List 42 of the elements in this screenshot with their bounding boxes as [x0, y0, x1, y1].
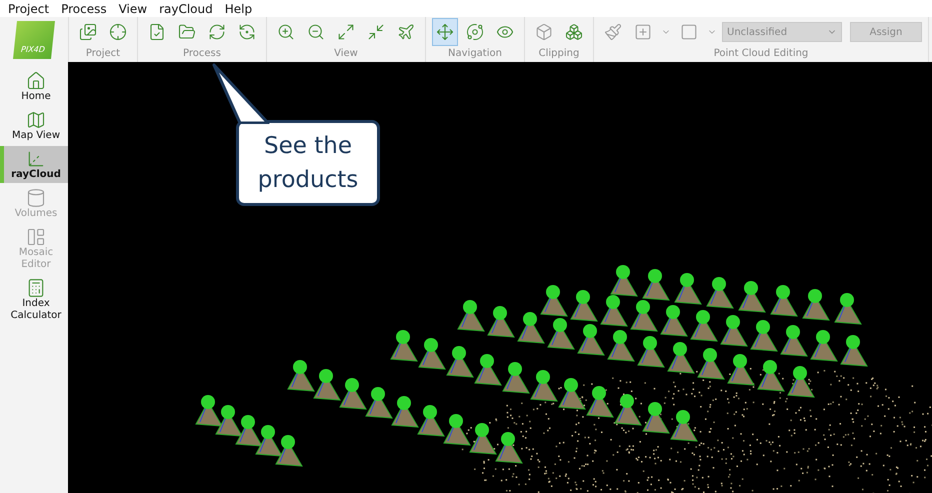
toolbar-button[interactable]	[432, 18, 458, 46]
logo: PIX4D	[13, 20, 55, 58]
sidebar-item[interactable]: Home	[0, 68, 68, 105]
sidebar-item[interactable]: Map View	[0, 107, 68, 144]
group-label: View	[334, 47, 358, 61]
cylinder-icon	[26, 188, 46, 208]
expand-icon	[337, 23, 355, 41]
calculator-icon	[26, 278, 46, 298]
menu-item[interactable]: View	[114, 2, 156, 16]
photos-icon	[79, 23, 97, 41]
sidebar-item[interactable]: rayCloud	[0, 146, 68, 183]
axes-icon	[26, 149, 46, 169]
cycle-icon	[238, 23, 256, 41]
zoom-out-icon	[307, 23, 325, 41]
cube-icon	[535, 23, 553, 41]
cubes-icon	[565, 23, 583, 41]
callout-text: See the products	[256, 132, 360, 195]
shrink-icon	[367, 23, 385, 41]
group-label: Project	[86, 47, 120, 61]
sidebar-item[interactable]: Index Calculator	[0, 275, 68, 324]
group-label: Clipping	[538, 47, 580, 61]
folder-icon	[178, 23, 196, 41]
menu-item[interactable]: Process	[57, 2, 115, 16]
move-icon	[436, 23, 454, 41]
menu-item[interactable]: rayCloud	[155, 2, 221, 16]
plane-icon	[397, 23, 415, 41]
menu-item[interactable]: Project	[4, 2, 58, 16]
brush-icon	[604, 23, 622, 41]
map-icon	[26, 110, 46, 130]
group-label: Point Cloud Editing	[714, 47, 808, 61]
group-label: Process	[183, 47, 221, 61]
home-icon	[26, 71, 46, 91]
group-label: Navigation	[448, 47, 502, 61]
crosshair-icon	[109, 23, 127, 41]
menu-item[interactable]: Help	[220, 2, 260, 16]
file-check-icon	[148, 23, 166, 41]
cycle-icon	[208, 23, 226, 41]
zoom-in-icon	[277, 23, 295, 41]
mosaic-icon	[26, 227, 46, 247]
square-plus-icon	[634, 23, 652, 41]
square-icon	[680, 23, 698, 41]
orbit-icon	[466, 23, 484, 41]
